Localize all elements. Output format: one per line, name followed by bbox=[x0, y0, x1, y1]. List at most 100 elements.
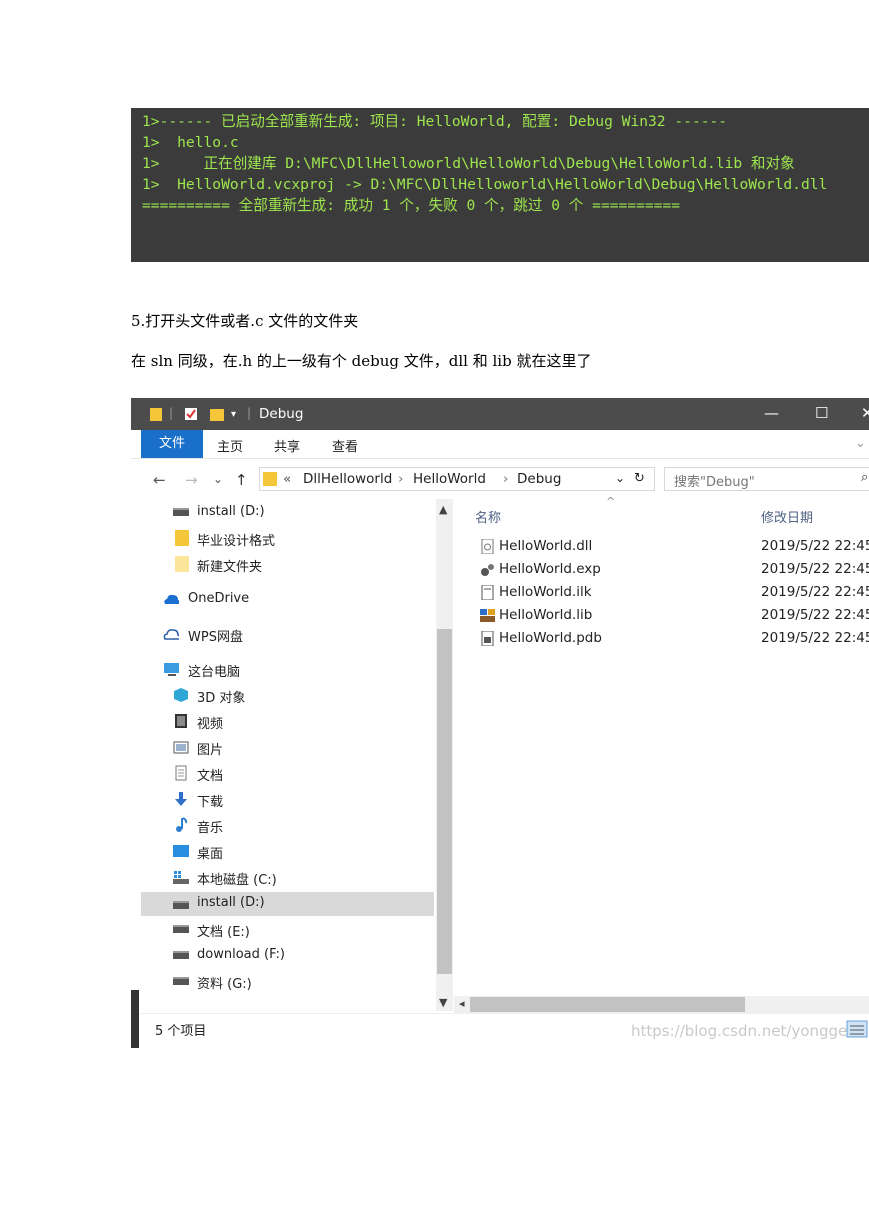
dll-file-icon bbox=[481, 539, 494, 554]
column-header-date[interactable]: 修改日期 bbox=[761, 507, 813, 526]
nav-item-label: 本地磁盘 (C:) bbox=[197, 873, 277, 888]
folder-icon bbox=[175, 556, 189, 572]
search-icon[interactable]: ⌕ bbox=[861, 470, 868, 485]
tab-home[interactable]: 主页 bbox=[217, 436, 243, 455]
nav-item-label: install (D:) bbox=[197, 895, 265, 910]
file-date: 2019/5/22 22:45 bbox=[761, 607, 869, 623]
back-arrow-icon[interactable]: ← bbox=[153, 471, 166, 489]
nav-item-local-disk-c[interactable]: 本地磁盘 (C:) bbox=[173, 866, 463, 890]
nav-item-label: 毕业设计格式 bbox=[197, 534, 276, 549]
breadcrumb-overflow[interactable]: « bbox=[283, 471, 291, 487]
scrollbar-thumb[interactable] bbox=[437, 629, 452, 974]
nav-item-label: download (F:) bbox=[197, 947, 285, 962]
nav-item-label: install (D:) bbox=[197, 504, 265, 519]
item-count: 5 个项目 bbox=[155, 1024, 207, 1039]
nav-item-install-d[interactable]: install (D:) bbox=[173, 501, 463, 525]
minimize-button[interactable]: — bbox=[764, 404, 779, 422]
file-name: HelloWorld.ilk bbox=[499, 584, 592, 600]
cube-icon bbox=[174, 688, 188, 702]
nav-pane-scrollbar[interactable]: ▲ ▼ bbox=[436, 499, 453, 1011]
sort-up-icon: ^ bbox=[606, 495, 616, 508]
nav-item-label: 这台电脑 bbox=[188, 665, 241, 680]
refresh-icon[interactable]: ↻ bbox=[634, 471, 645, 486]
scroll-left-icon[interactable]: ◂ bbox=[459, 997, 465, 1010]
nav-item-label: WPS网盘 bbox=[188, 630, 243, 645]
breadcrumb-helloworld[interactable]: HelloWorld bbox=[413, 471, 486, 487]
ribbon-tabs: 文件 主页 共享 查看 ⌄ bbox=[131, 430, 869, 459]
nav-item-documents[interactable]: 文档 bbox=[173, 762, 463, 786]
video-icon bbox=[175, 714, 187, 728]
nav-item-pictures[interactable]: 图片 bbox=[173, 736, 463, 760]
nav-item-graduation-format[interactable]: 毕业设计格式 bbox=[173, 527, 463, 551]
scroll-up-icon[interactable]: ▲ bbox=[439, 503, 447, 516]
tab-file[interactable]: 文件 bbox=[141, 430, 203, 458]
nav-item-label: 文档 (E:) bbox=[197, 925, 250, 940]
nav-item-materials-g[interactable]: 资料 (G:) bbox=[173, 970, 463, 994]
nav-item-videos[interactable]: 视频 bbox=[173, 710, 463, 734]
exp-file-icon bbox=[481, 564, 494, 576]
file-row[interactable]: HelloWorld.dll 2019/5/22 22:45 bbox=[476, 536, 869, 558]
column-header-name[interactable]: 名称 bbox=[475, 507, 501, 526]
search-field[interactable]: 搜索"Debug" ⌕ bbox=[664, 467, 869, 491]
nav-item-new-folder[interactable]: 新建文件夹 bbox=[173, 553, 463, 577]
nav-item-label: 资料 (G:) bbox=[197, 977, 252, 992]
address-dropdown-icon[interactable]: ⌄ bbox=[615, 471, 625, 485]
nav-item-install-d-selected[interactable]: install (D:) bbox=[141, 892, 434, 916]
console-line: 1> hello.c bbox=[142, 134, 239, 151]
nav-item-wps-cloud[interactable]: WPS网盘 bbox=[163, 623, 453, 647]
file-date: 2019/5/22 22:45 bbox=[761, 538, 869, 554]
step-5-heading: 5.打开头文件或者.c 文件的文件夹 bbox=[131, 312, 359, 330]
file-name: HelloWorld.pdb bbox=[499, 630, 602, 646]
nav-item-this-pc[interactable]: 这台电脑 bbox=[163, 658, 453, 682]
breadcrumb-dllhelloworld[interactable]: DllHelloworld bbox=[303, 471, 392, 487]
nav-item-onedrive[interactable]: OneDrive bbox=[163, 588, 453, 612]
music-icon bbox=[176, 817, 188, 832]
breadcrumb-separator[interactable]: › bbox=[398, 471, 403, 487]
folder-icon bbox=[150, 408, 162, 421]
details-view-icon[interactable] bbox=[846, 1020, 868, 1038]
nav-item-label: 文档 bbox=[197, 769, 224, 784]
file-pane-horizontal-scrollbar[interactable]: ◂ bbox=[454, 996, 869, 1013]
navigation-pane: install (D:) 毕业设计格式 新建文件夹 OneDrive WPS网盘… bbox=[131, 499, 454, 1011]
address-field[interactable]: « DllHelloworld › HelloWorld › Debug ⌄ ↻ bbox=[259, 467, 655, 491]
forward-arrow-icon[interactable]: → bbox=[185, 471, 198, 489]
breadcrumb-debug[interactable]: Debug bbox=[517, 471, 561, 487]
file-date: 2019/5/22 22:45 bbox=[761, 561, 869, 577]
close-button[interactable]: ✕ bbox=[861, 404, 869, 422]
location-note: 在 sln 同级，在.h 的上一级有个 debug 文件，dll 和 lib 就… bbox=[131, 352, 592, 370]
tab-share[interactable]: 共享 bbox=[274, 436, 300, 455]
up-arrow-icon[interactable]: ↑ bbox=[235, 471, 248, 489]
console-line: 1>------ 已启动全部重新生成: 项目: HelloWorld, 配置: … bbox=[142, 113, 728, 130]
scroll-down-icon[interactable]: ▼ bbox=[439, 996, 447, 1009]
nav-item-documents-e[interactable]: 文档 (E:) bbox=[173, 918, 463, 942]
search-placeholder: 搜索"Debug" bbox=[674, 475, 755, 490]
recent-locations-icon[interactable]: ⌄ bbox=[213, 472, 223, 486]
nav-item-downloads[interactable]: 下载 bbox=[173, 788, 463, 812]
nav-item-desktop[interactable]: 桌面 bbox=[173, 840, 463, 864]
ribbon-expand-icon[interactable]: ⌄ bbox=[855, 436, 866, 451]
address-bar-row: ← → ⌄ ↑ « DllHelloworld › HelloWorld › D… bbox=[131, 459, 869, 499]
maximize-button[interactable]: ☐ bbox=[815, 404, 828, 422]
nav-item-label: 下载 bbox=[197, 795, 224, 810]
properties-icon[interactable] bbox=[183, 406, 199, 422]
tab-view[interactable]: 查看 bbox=[332, 436, 358, 455]
nav-item-label: 桌面 bbox=[197, 847, 224, 862]
file-row[interactable]: HelloWorld.lib 2019/5/22 22:45 bbox=[476, 605, 869, 627]
desktop-icon bbox=[173, 845, 189, 857]
new-folder-icon[interactable] bbox=[209, 406, 225, 422]
file-row[interactable]: HelloWorld.exp 2019/5/22 22:45 bbox=[476, 559, 869, 581]
file-row[interactable]: HelloWorld.ilk 2019/5/22 22:45 bbox=[476, 582, 869, 604]
nav-item-music[interactable]: 音乐 bbox=[173, 814, 463, 838]
customize-toolbar-icon[interactable]: ▾ bbox=[231, 409, 236, 425]
nav-item-3d-objects[interactable]: 3D 对象 bbox=[173, 684, 463, 708]
window-title: Debug bbox=[259, 406, 304, 422]
file-explorer-window: | ▾ | Debug — ☐ ✕ 文件 主页 共享 查看 ⌄ ← → ⌄ ↑ … bbox=[131, 398, 869, 1048]
drive-icon bbox=[173, 901, 189, 909]
file-row[interactable]: HelloWorld.pdb 2019/5/22 22:45 bbox=[476, 628, 869, 650]
scrollbar-thumb[interactable] bbox=[470, 997, 745, 1012]
file-list-pane: ^ 名称 修改日期 HelloWorld.dll 2019/5/22 22:45… bbox=[454, 495, 869, 1011]
nav-item-label: OneDrive bbox=[188, 591, 250, 606]
breadcrumb-separator[interactable]: › bbox=[503, 471, 508, 487]
file-name: HelloWorld.lib bbox=[499, 607, 593, 623]
nav-item-download-f[interactable]: download (F:) bbox=[173, 944, 463, 968]
